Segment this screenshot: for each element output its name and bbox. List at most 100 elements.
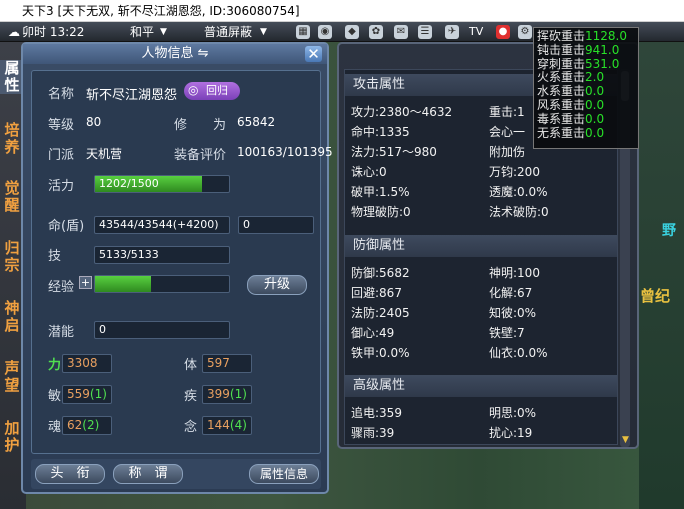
- attribute-right: 法术破防:0: [489, 205, 549, 219]
- crit-tooltip: 挥砍重击1128.0 钝击重击941.0 穿刺重击531.0 火系重击2.0 水系重击0…: [533, 27, 639, 149]
- window-title: 天下3 [天下无双, 斩不尽江湖恩怨, ID:306080754]: [0, 0, 684, 22]
- tooltip-row: 水系重击0.0: [537, 84, 605, 99]
- exp-plus-button[interactable]: +: [79, 276, 92, 289]
- gear-score-value: 100163/101395: [237, 145, 333, 159]
- game-time: 卯时 13:22: [22, 25, 85, 39]
- mind-value: 144(4): [202, 416, 252, 435]
- gear-score-label: 装备评价: [174, 148, 227, 163]
- rank-button[interactable]: 头 衔: [35, 464, 105, 484]
- tooltip-row: 无系重击0.0: [537, 125, 605, 140]
- attribute-left: 攻力:2380～4632: [351, 105, 453, 119]
- cultivation-value: 65842: [237, 115, 276, 129]
- scene-text: 野: [662, 223, 676, 239]
- tooltip-row: 挥砍重击1128.0: [537, 29, 628, 43]
- mail-icon[interactable]: ✉: [394, 25, 408, 39]
- name-label: 名称: [48, 87, 75, 102]
- panel-footer: 头 衔 称 谓 属性信息: [31, 459, 321, 489]
- cultivation-label: 修 为: [174, 118, 227, 133]
- netease-icon[interactable]: ●: [496, 25, 510, 39]
- strength-value: 3308: [62, 354, 112, 373]
- attribute-right: 知彼:0%: [489, 306, 537, 320]
- attribute-right: 明思:0%: [489, 406, 537, 420]
- attribute-right: 附加伤: [489, 145, 526, 159]
- gift-icon[interactable]: ✿: [369, 25, 383, 39]
- defense-section-header: 防御属性: [345, 235, 617, 257]
- level-value: 80: [86, 115, 102, 129]
- life-label: 命(盾): [48, 219, 85, 234]
- close-button[interactable]: ✕: [305, 46, 322, 62]
- attribute-right: 铁壁:7: [489, 326, 525, 340]
- camera-icon[interactable]: ◉: [318, 25, 332, 39]
- character-name: 斩不尽江湖恩怨: [86, 88, 178, 103]
- mind-label: 念: [184, 420, 198, 435]
- attribute-left: 追电:359: [351, 406, 402, 420]
- swap-icon: ⇋: [197, 46, 209, 61]
- attribute-left: 法力:517～980: [351, 145, 437, 159]
- tooltip-row: 毒系重击0.0: [537, 111, 605, 126]
- chevron-down-icon: ▼: [160, 27, 167, 37]
- speed-value: 399(1): [202, 385, 252, 404]
- attribute-left: 破甲:1.5%: [351, 185, 410, 199]
- upgrade-button[interactable]: 升级: [247, 275, 307, 295]
- attribute-right: 万钧:200: [489, 165, 540, 179]
- exp-bar-fill: [95, 276, 152, 292]
- vitality-value: 1202/1500: [99, 177, 159, 190]
- attribute-right: 会心一: [489, 125, 526, 139]
- attribute-left: 诛心:0: [351, 165, 387, 179]
- life-extra-field: 0: [238, 216, 314, 234]
- filter-selector[interactable]: 普通屏蔽: [204, 22, 252, 42]
- scene-text: 曾纪: [640, 287, 671, 305]
- agility-label: 敏: [48, 389, 62, 404]
- skill-field: 5133/5133: [94, 246, 230, 264]
- tooltip-row: 穿刺重击531.0: [537, 56, 620, 71]
- attribute-right: 透魔:0.0%: [489, 185, 548, 199]
- title-button[interactable]: 称 谓: [113, 464, 183, 484]
- attribute-left: 御心:49: [351, 326, 395, 340]
- tv-button[interactable]: TV: [469, 22, 483, 42]
- attribute-left: 骤雨:39: [351, 426, 395, 440]
- soul-value: 62(2): [62, 416, 112, 435]
- constitution-label: 体: [184, 358, 198, 373]
- attribute-left: 铁甲:0.0%: [351, 346, 410, 360]
- exp-bar: [94, 275, 230, 293]
- attribute-right: 扰心:19: [489, 426, 533, 440]
- exp-label: 经验: [48, 280, 75, 295]
- attribute-info-button[interactable]: 属性信息: [249, 464, 319, 484]
- attribute-left: 物理破防:0: [351, 205, 411, 219]
- sect-value: 天机营: [86, 147, 123, 161]
- sect-label: 门派: [48, 148, 75, 163]
- panel-title[interactable]: 人物信息 ⇋: [23, 44, 327, 64]
- shield-icon[interactable]: ◆: [345, 25, 359, 39]
- advanced-section-header: 高级属性: [345, 375, 617, 397]
- character-info-panel: 人物信息 ⇋ ✕ 名称 斩不尽江湖恩怨 回归 ◎ 等级 80 修 为 65842…: [21, 42, 333, 494]
- tooltip-row: 火系重击2.0: [537, 70, 605, 85]
- chevron-down-icon: ▼: [260, 27, 267, 37]
- character-info-body: 名称 斩不尽江湖恩怨 回归 ◎ 等级 80 修 为 65842 门派 天机营 装…: [31, 70, 333, 454]
- constitution-value: 597: [202, 354, 252, 373]
- soul-label: 魂: [48, 420, 62, 435]
- weather-icon: ☁: [8, 25, 20, 39]
- pk-mode-selector[interactable]: 和平: [130, 22, 154, 42]
- skill-label: 技: [48, 249, 62, 264]
- close-icon: ✕: [307, 45, 320, 63]
- attribute-left: 回避:867: [351, 286, 402, 300]
- tooltip-row: 钝击重击941.0: [537, 42, 620, 57]
- scene-edge: [639, 42, 684, 509]
- chat-icon[interactable]: ☰: [418, 25, 432, 39]
- settings-icon[interactable]: ⚙: [518, 25, 532, 39]
- life-field: 43544/43544(+4200): [94, 216, 230, 234]
- scroll-down-icon[interactable]: ▼: [621, 436, 630, 445]
- attribute-left: 法防:2405: [351, 306, 410, 320]
- potential-label: 潜能: [48, 325, 75, 340]
- minimap-icon[interactable]: ▦: [296, 25, 310, 39]
- attribute-left: 防御:5682: [351, 266, 410, 280]
- agility-value: 559(1): [62, 385, 112, 404]
- potential-field: 0: [94, 321, 230, 339]
- run-icon[interactable]: ✈: [445, 25, 459, 39]
- swirl-icon: ◎: [188, 83, 199, 97]
- speed-label: 疾: [184, 389, 198, 404]
- attribute-right: 化解:67: [489, 286, 533, 300]
- strength-label: 力: [48, 358, 62, 373]
- attribute-right: 神明:100: [489, 266, 540, 280]
- level-label: 等级: [48, 118, 75, 133]
